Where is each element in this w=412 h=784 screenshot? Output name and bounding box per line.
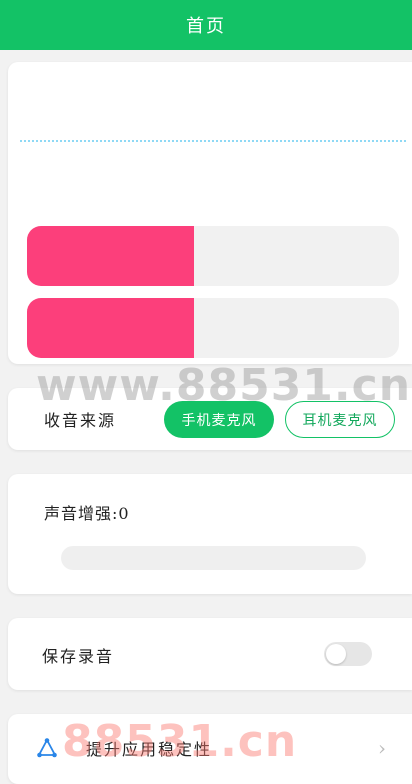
sound-enhance-card: 声音增强:0 xyxy=(8,474,412,594)
volume-meter-left xyxy=(27,226,399,286)
improve-stability-item[interactable]: 提升应用稳定性 › xyxy=(8,714,412,784)
audio-visualizer-card xyxy=(8,62,412,364)
app-header: 首页 xyxy=(0,0,412,50)
volume-meter-right-fill xyxy=(27,298,195,358)
audio-source-card: 收音来源 手机麦克风 耳机麦克风 xyxy=(8,388,412,450)
save-recording-toggle[interactable] xyxy=(324,642,372,666)
audio-source-label: 收音来源 xyxy=(44,411,117,430)
toggle-knob xyxy=(326,644,346,664)
save-recording-label: 保存录音 xyxy=(42,647,115,666)
volume-meter-left-fill xyxy=(27,226,195,286)
volume-meter-right xyxy=(27,298,399,358)
sound-enhance-slider[interactable] xyxy=(61,546,366,570)
chevron-right-icon: › xyxy=(378,736,386,760)
headset-mic-button[interactable]: 耳机麦克风 xyxy=(285,401,395,438)
page-title: 首页 xyxy=(186,16,226,37)
sound-enhance-label: 声音增强:0 xyxy=(44,504,130,523)
phone-mic-button[interactable]: 手机麦克风 xyxy=(164,401,274,438)
triangle-nodes-icon xyxy=(37,738,57,758)
improve-stability-label: 提升应用稳定性 xyxy=(86,740,213,759)
waveform-line xyxy=(20,140,406,142)
save-recording-card: 保存录音 xyxy=(8,618,412,690)
